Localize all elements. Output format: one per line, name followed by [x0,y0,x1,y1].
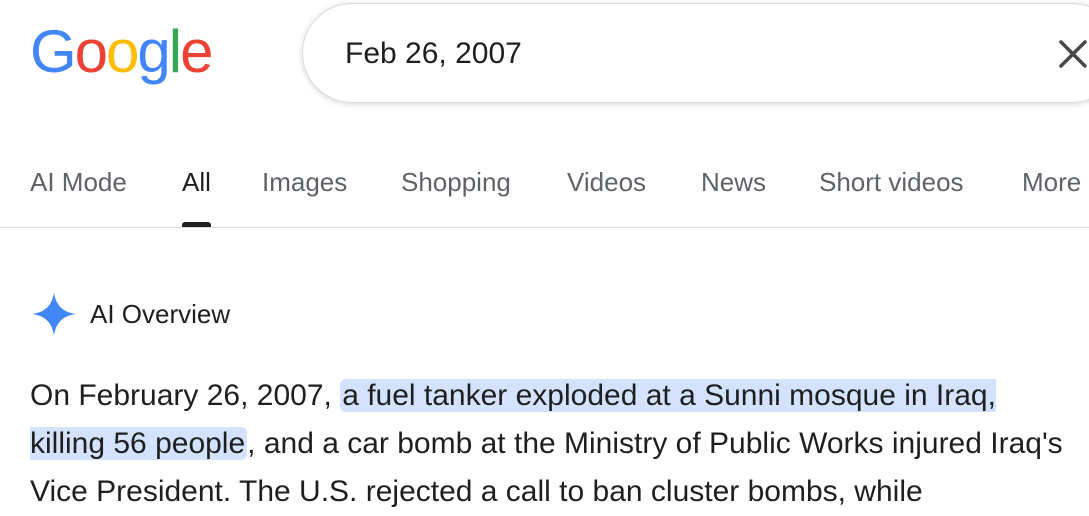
logo-letter: o [106,18,139,85]
close-icon [1059,40,1087,68]
tab-label: Images [262,167,348,197]
logo-letter: l [168,18,182,85]
search-box [302,3,1089,103]
tab-shopping[interactable]: Shopping [401,167,511,227]
tab-news[interactable]: News [701,167,766,227]
tab-all[interactable]: All [182,167,211,227]
logo-letter: g [137,18,170,85]
google-logo[interactable]: Google [30,12,214,92]
sparkle-icon [32,292,76,336]
overview-text-start: On February 26, 2007, [30,379,341,412]
tab-label: Shopping [401,167,511,197]
tab-label: Videos [567,167,647,197]
search-tabs: AI Mode All Images Shopping Videos News … [0,150,1089,228]
logo-letter: G [30,18,77,85]
search-input[interactable] [345,34,985,74]
tab-images[interactable]: Images [262,167,347,227]
logo-letter: e [180,18,213,85]
ai-overview-text: On February 26, 2007, a fuel tanker expl… [30,372,1075,516]
tab-short-videos[interactable]: Short videos [819,167,964,227]
tab-label: More [1022,167,1082,197]
tab-ai-mode[interactable]: AI Mode [30,167,127,227]
tab-videos[interactable]: Videos [567,167,646,227]
tab-label: Short videos [819,167,964,197]
logo-letter: o [74,18,108,85]
tab-label: AI Mode [30,167,127,197]
tab-label: All [182,167,211,197]
active-tab-indicator [182,222,211,227]
ai-overview-title: AI Overview [90,299,231,329]
tab-more[interactable]: More [1022,167,1081,227]
tab-label: News [701,167,767,197]
clear-search-button[interactable] [1053,34,1089,74]
